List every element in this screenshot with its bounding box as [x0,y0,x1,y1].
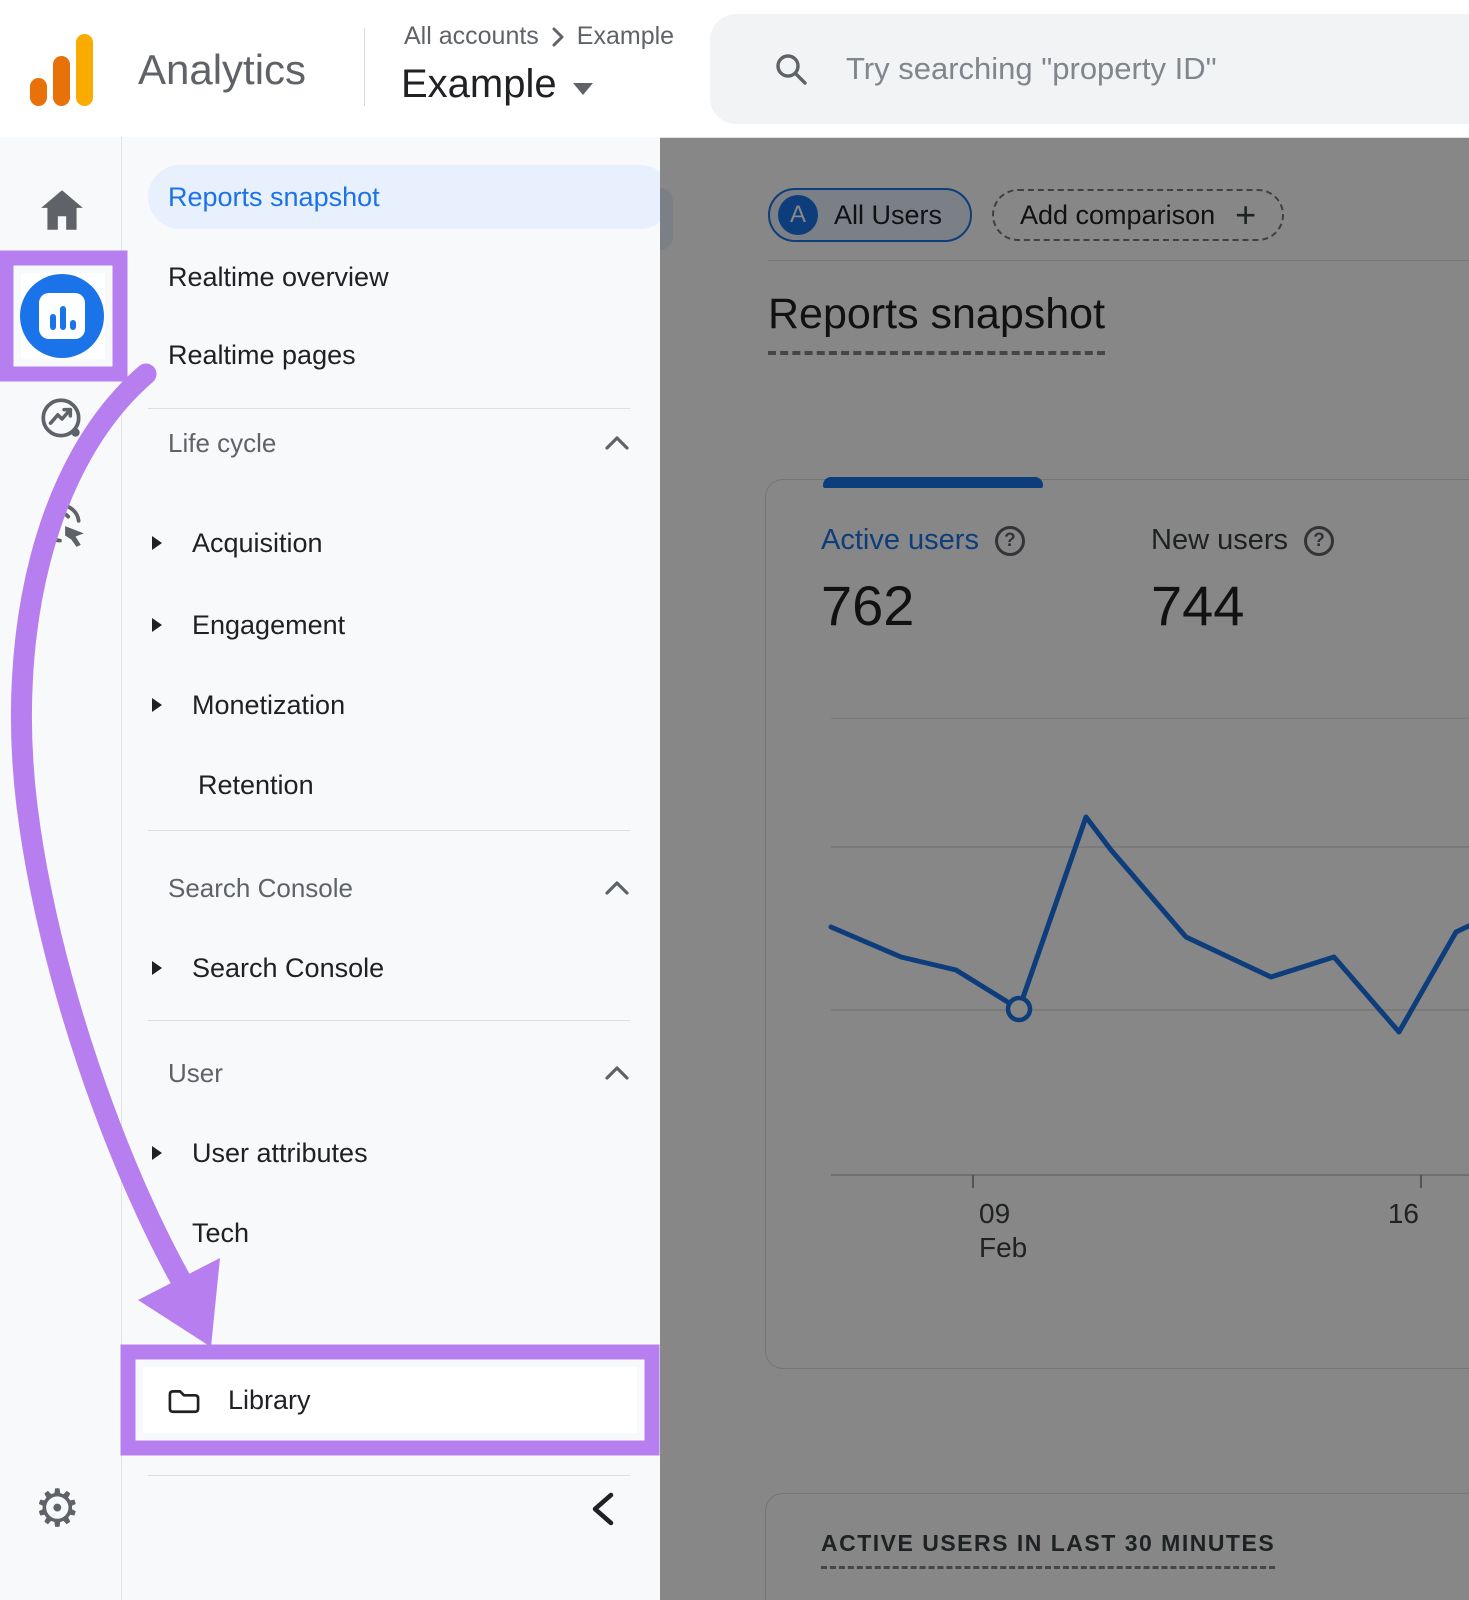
nav-item-reports-snapshot[interactable]: Reports snapshot [148,165,672,229]
logo-bar [53,56,70,106]
nav-item-retention[interactable]: Retention [198,763,314,807]
icon-rail: ⚙ [0,137,122,1600]
nav-divider [148,830,630,831]
section-search-console: Search Console [168,873,353,903]
expand-arrow-icon[interactable] [152,618,162,632]
nav-item-search-console[interactable]: Search Console [152,946,384,990]
logo-bar [30,78,47,106]
nav-item-monetization[interactable]: Monetization [152,683,345,727]
folder-icon [168,1390,200,1414]
chevron-right-icon [552,27,564,46]
breadcrumb-all-accounts[interactable]: All accounts [404,22,539,51]
nav-item-tech[interactable]: Tech [152,1211,249,1255]
reports-icon[interactable] [20,274,104,358]
property-name: Example [401,62,557,106]
logo-bar [76,34,93,106]
property-selector[interactable]: Example [401,62,593,107]
expand-arrow-icon[interactable] [152,1146,162,1160]
collapse-nav-icon[interactable] [584,1487,628,1531]
analytics-logo-icon[interactable] [30,32,94,106]
explore-icon[interactable] [37,394,87,444]
expand-arrow-icon[interactable] [152,536,162,550]
nav-divider [148,1020,630,1021]
dim-overlay [660,138,1469,1600]
nav-item-user-attributes[interactable]: User attributes [152,1131,368,1175]
main-content: A All Users Add comparison + Reports sna… [660,137,1469,1600]
collapse-section-icon[interactable] [604,868,632,908]
chevron-down-icon [572,82,593,95]
section-user: User [168,1058,223,1088]
expand-arrow-icon[interactable] [152,698,162,712]
app-header: Analytics All accounts Example Example [0,0,1469,137]
nav-item-realtime-overview[interactable]: Realtime overview [168,255,389,299]
search-bar[interactable] [710,14,1469,124]
expand-arrow-icon[interactable] [152,1226,162,1240]
report-nav: Reports snapshot Realtime overview Realt… [122,137,672,1600]
home-icon[interactable] [37,185,87,235]
breadcrumb: All accounts Example [404,22,674,51]
nav-item-acquisition[interactable]: Acquisition [152,521,323,565]
collapse-section-icon[interactable] [604,423,632,463]
advertising-icon[interactable] [37,499,87,549]
admin-gear-icon[interactable]: ⚙ [34,1481,81,1537]
product-name: Analytics [138,46,307,93]
breadcrumb-current[interactable]: Example [577,22,674,51]
nav-divider [148,1475,630,1476]
expand-arrow-icon[interactable] [152,961,162,975]
collapse-section-icon[interactable] [604,1053,632,1093]
nav-divider [148,408,630,409]
bar-chart-icon [39,293,85,339]
search-icon [776,54,807,85]
header-divider [364,28,365,106]
search-input[interactable] [844,50,1408,88]
nav-item-engagement[interactable]: Engagement [152,603,345,647]
nav-item-realtime-pages[interactable]: Realtime pages [168,333,356,377]
nav-item-library[interactable]: Library [166,1371,311,1429]
section-life-cycle: Life cycle [168,428,277,458]
